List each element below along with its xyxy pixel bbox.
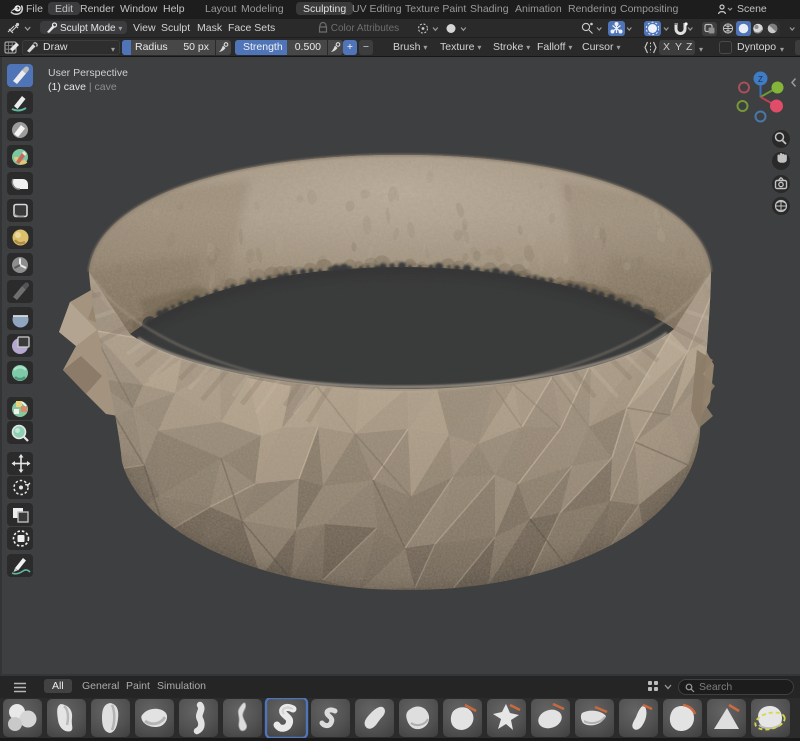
svg-text:Z: Z: [758, 75, 763, 84]
